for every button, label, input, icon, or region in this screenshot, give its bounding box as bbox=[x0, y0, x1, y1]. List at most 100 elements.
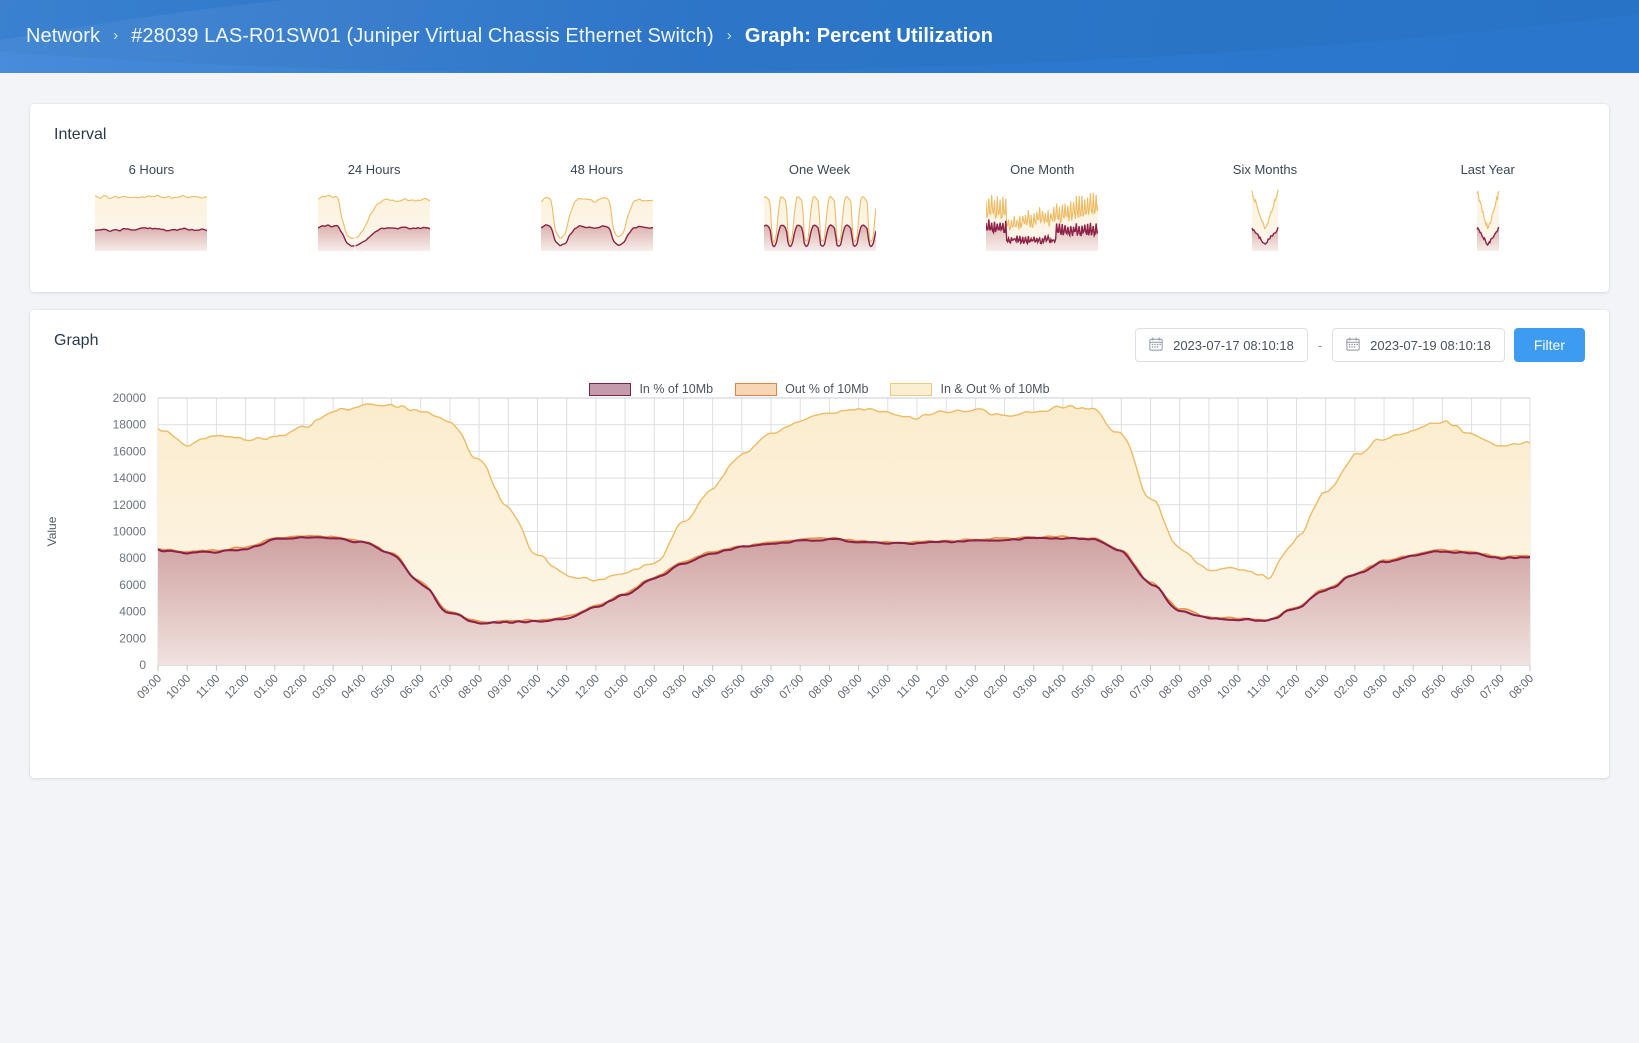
interval-item-label: Last Year bbox=[1460, 162, 1515, 177]
x-axis-tick-label: 08:00 bbox=[1157, 673, 1186, 702]
interval-item-48-hours[interactable]: 48 Hours bbox=[485, 162, 708, 251]
y-axis-tick-label: 10000 bbox=[113, 525, 147, 539]
y-axis-tick-label: 20000 bbox=[113, 391, 147, 405]
breadcrumb-item-current: Graph: Percent Utilization bbox=[744, 25, 994, 47]
interval-sparkline bbox=[1251, 189, 1279, 251]
x-axis-tick-label: 02:00 bbox=[982, 673, 1011, 702]
x-axis-tick-label: 01:00 bbox=[1303, 673, 1332, 702]
end-date-input[interactable]: 2023-07-19 08:10:18 bbox=[1332, 328, 1505, 362]
x-axis-tick-label: 11:00 bbox=[194, 673, 222, 701]
interval-item-6-hours[interactable]: 6 Hours bbox=[40, 162, 263, 251]
interval-item-last-year[interactable]: Last Year bbox=[1376, 162, 1599, 251]
breadcrumb-item-network[interactable]: Network bbox=[26, 25, 100, 48]
graph-header: Graph 2023-07-17 08:10:18 - 2023-07-19 0… bbox=[30, 310, 1609, 362]
interval-item-six-months[interactable]: Six Months bbox=[1154, 162, 1377, 251]
app-header: Network › #28039 LAS-R01SW01 (Juniper Vi… bbox=[0, 0, 1639, 73]
chevron-right-icon: › bbox=[113, 27, 119, 44]
x-axis-tick-label: 11:00 bbox=[545, 673, 573, 701]
x-axis-tick-label: 04:00 bbox=[1391, 673, 1420, 702]
y-axis-tick-label: 8000 bbox=[119, 551, 146, 565]
x-axis-tick-label: 06:00 bbox=[1449, 673, 1478, 702]
x-axis-tick-label: 02:00 bbox=[632, 673, 661, 702]
interval-item-label: 6 Hours bbox=[128, 162, 175, 177]
interval-sparkline bbox=[1476, 190, 1500, 251]
x-axis-tick-label: 04:00 bbox=[1040, 673, 1069, 702]
x-axis-tick-label: 12:00 bbox=[223, 673, 252, 702]
y-axis-title: Value bbox=[45, 516, 59, 546]
x-axis-tick-label: 03:00 bbox=[661, 673, 690, 702]
y-axis-tick-label: 12000 bbox=[113, 498, 147, 512]
date-range-separator: - bbox=[1317, 337, 1323, 353]
x-axis-tick-label: 03:00 bbox=[310, 673, 339, 702]
x-axis-tick-label: 11:00 bbox=[1245, 673, 1273, 701]
x-axis-tick-label: 08:00 bbox=[456, 673, 485, 702]
breadcrumb: Network › #28039 LAS-R01SW01 (Juniper Vi… bbox=[0, 0, 1639, 73]
interval-item-one-week[interactable]: One Week bbox=[708, 162, 931, 251]
interval-item-label: One Week bbox=[788, 162, 851, 177]
interval-item-label: Six Months bbox=[1232, 162, 1298, 177]
x-axis-tick-label: 10:00 bbox=[515, 673, 544, 702]
chevron-right-icon: › bbox=[726, 27, 732, 44]
chart-container: In % of 10Mb Out % of 10Mb In & Out % of 1… bbox=[30, 368, 1609, 763]
x-axis-tick-label: 03:00 bbox=[1011, 673, 1040, 702]
x-axis-tick-label: 07:00 bbox=[1128, 673, 1157, 702]
breadcrumb-item-device[interactable]: #28039 LAS-R01SW01 (Juniper Virtual Chas… bbox=[131, 25, 714, 48]
start-date-value: 2023-07-17 08:10:18 bbox=[1173, 337, 1294, 353]
x-axis-tick-label: 09:00 bbox=[836, 673, 865, 702]
start-date-input[interactable]: 2023-07-17 08:10:18 bbox=[1135, 328, 1308, 362]
x-axis-tick-label: 01:00 bbox=[252, 673, 281, 702]
x-axis-tick-label: 05:00 bbox=[1420, 673, 1449, 702]
x-axis-tick-label: 11:00 bbox=[895, 673, 923, 701]
interval-title: Interval bbox=[54, 126, 107, 143]
x-axis-tick-label: 05:00 bbox=[369, 673, 398, 702]
y-axis-tick-label: 18000 bbox=[113, 418, 147, 432]
x-axis-tick-label: 02:00 bbox=[1332, 673, 1361, 702]
x-axis-tick-label: 09:00 bbox=[1186, 673, 1215, 702]
x-axis-tick-label: 12:00 bbox=[573, 673, 602, 702]
interval-sparkline bbox=[318, 189, 431, 251]
interval-item-one-month[interactable]: One Month bbox=[931, 162, 1154, 251]
x-axis-tick-label: 12:00 bbox=[1274, 673, 1303, 702]
interval-item-label: One Month bbox=[1010, 162, 1075, 177]
y-axis-tick-label: 4000 bbox=[119, 605, 146, 619]
x-axis-tick-label: 09:00 bbox=[135, 673, 164, 702]
x-axis-tick-label: 06:00 bbox=[748, 673, 777, 702]
x-axis-tick-label: 06:00 bbox=[1099, 673, 1128, 702]
interval-sparkline bbox=[763, 195, 876, 251]
y-axis-tick-label: 2000 bbox=[119, 631, 146, 645]
interval-item-24-hours[interactable]: 24 Hours bbox=[263, 162, 486, 251]
x-axis-tick-label: 06:00 bbox=[398, 673, 427, 702]
interval-item-label: 24 Hours bbox=[347, 162, 401, 177]
x-axis-tick-label: 05:00 bbox=[719, 673, 748, 702]
interval-list: 6 Hours 24 Hours 48 Hours One Week One Month… bbox=[30, 144, 1609, 251]
x-axis-tick-label: 08:00 bbox=[807, 673, 836, 702]
interval-item-label: 48 Hours bbox=[570, 162, 624, 177]
x-axis-tick-label: 01:00 bbox=[953, 673, 982, 702]
x-axis-tick-label: 07:00 bbox=[777, 673, 806, 702]
x-axis-tick-label: 01:00 bbox=[602, 673, 631, 702]
x-axis-tick-label: 08:00 bbox=[1507, 673, 1536, 702]
x-axis-tick-label: 03:00 bbox=[1361, 673, 1390, 702]
y-axis-tick-label: 16000 bbox=[113, 444, 147, 458]
x-axis-tick-label: 09:00 bbox=[486, 673, 515, 702]
graph-card: Graph 2023-07-17 08:10:18 - 2023-07-19 0… bbox=[30, 310, 1609, 778]
interval-sparkline bbox=[540, 196, 653, 251]
y-axis-tick-label: 14000 bbox=[113, 471, 147, 485]
graph-title: Graph bbox=[54, 332, 99, 349]
y-axis-tick-label: 6000 bbox=[119, 578, 146, 592]
end-date-value: 2023-07-19 08:10:18 bbox=[1370, 337, 1491, 353]
filter-button[interactable]: Filter bbox=[1513, 328, 1585, 362]
x-axis-tick-label: 05:00 bbox=[1069, 673, 1098, 702]
interval-sparkline bbox=[95, 194, 208, 251]
utilization-chart[interactable]: 0 2000 4000 6000 8000 10000 12000 14000 16000 180… bbox=[30, 368, 1608, 758]
x-axis-tick-label: 07:00 bbox=[427, 673, 456, 702]
interval-card: Interval 6 Hours 24 Hours 48 Hours One Week… bbox=[30, 104, 1609, 292]
date-range-controls: 2023-07-17 08:10:18 - 2023-07-19 08:10:1… bbox=[1135, 328, 1585, 362]
x-axis-tick-label: 02:00 bbox=[281, 673, 310, 702]
x-axis-tick-label: 07:00 bbox=[1478, 673, 1507, 702]
x-axis-tick-label: 12:00 bbox=[923, 673, 952, 702]
interval-sparkline bbox=[986, 192, 1099, 251]
y-axis-tick-label: 0 bbox=[139, 658, 146, 672]
x-axis-tick-label: 10:00 bbox=[865, 673, 894, 702]
x-axis-tick-label: 10:00 bbox=[164, 673, 193, 702]
